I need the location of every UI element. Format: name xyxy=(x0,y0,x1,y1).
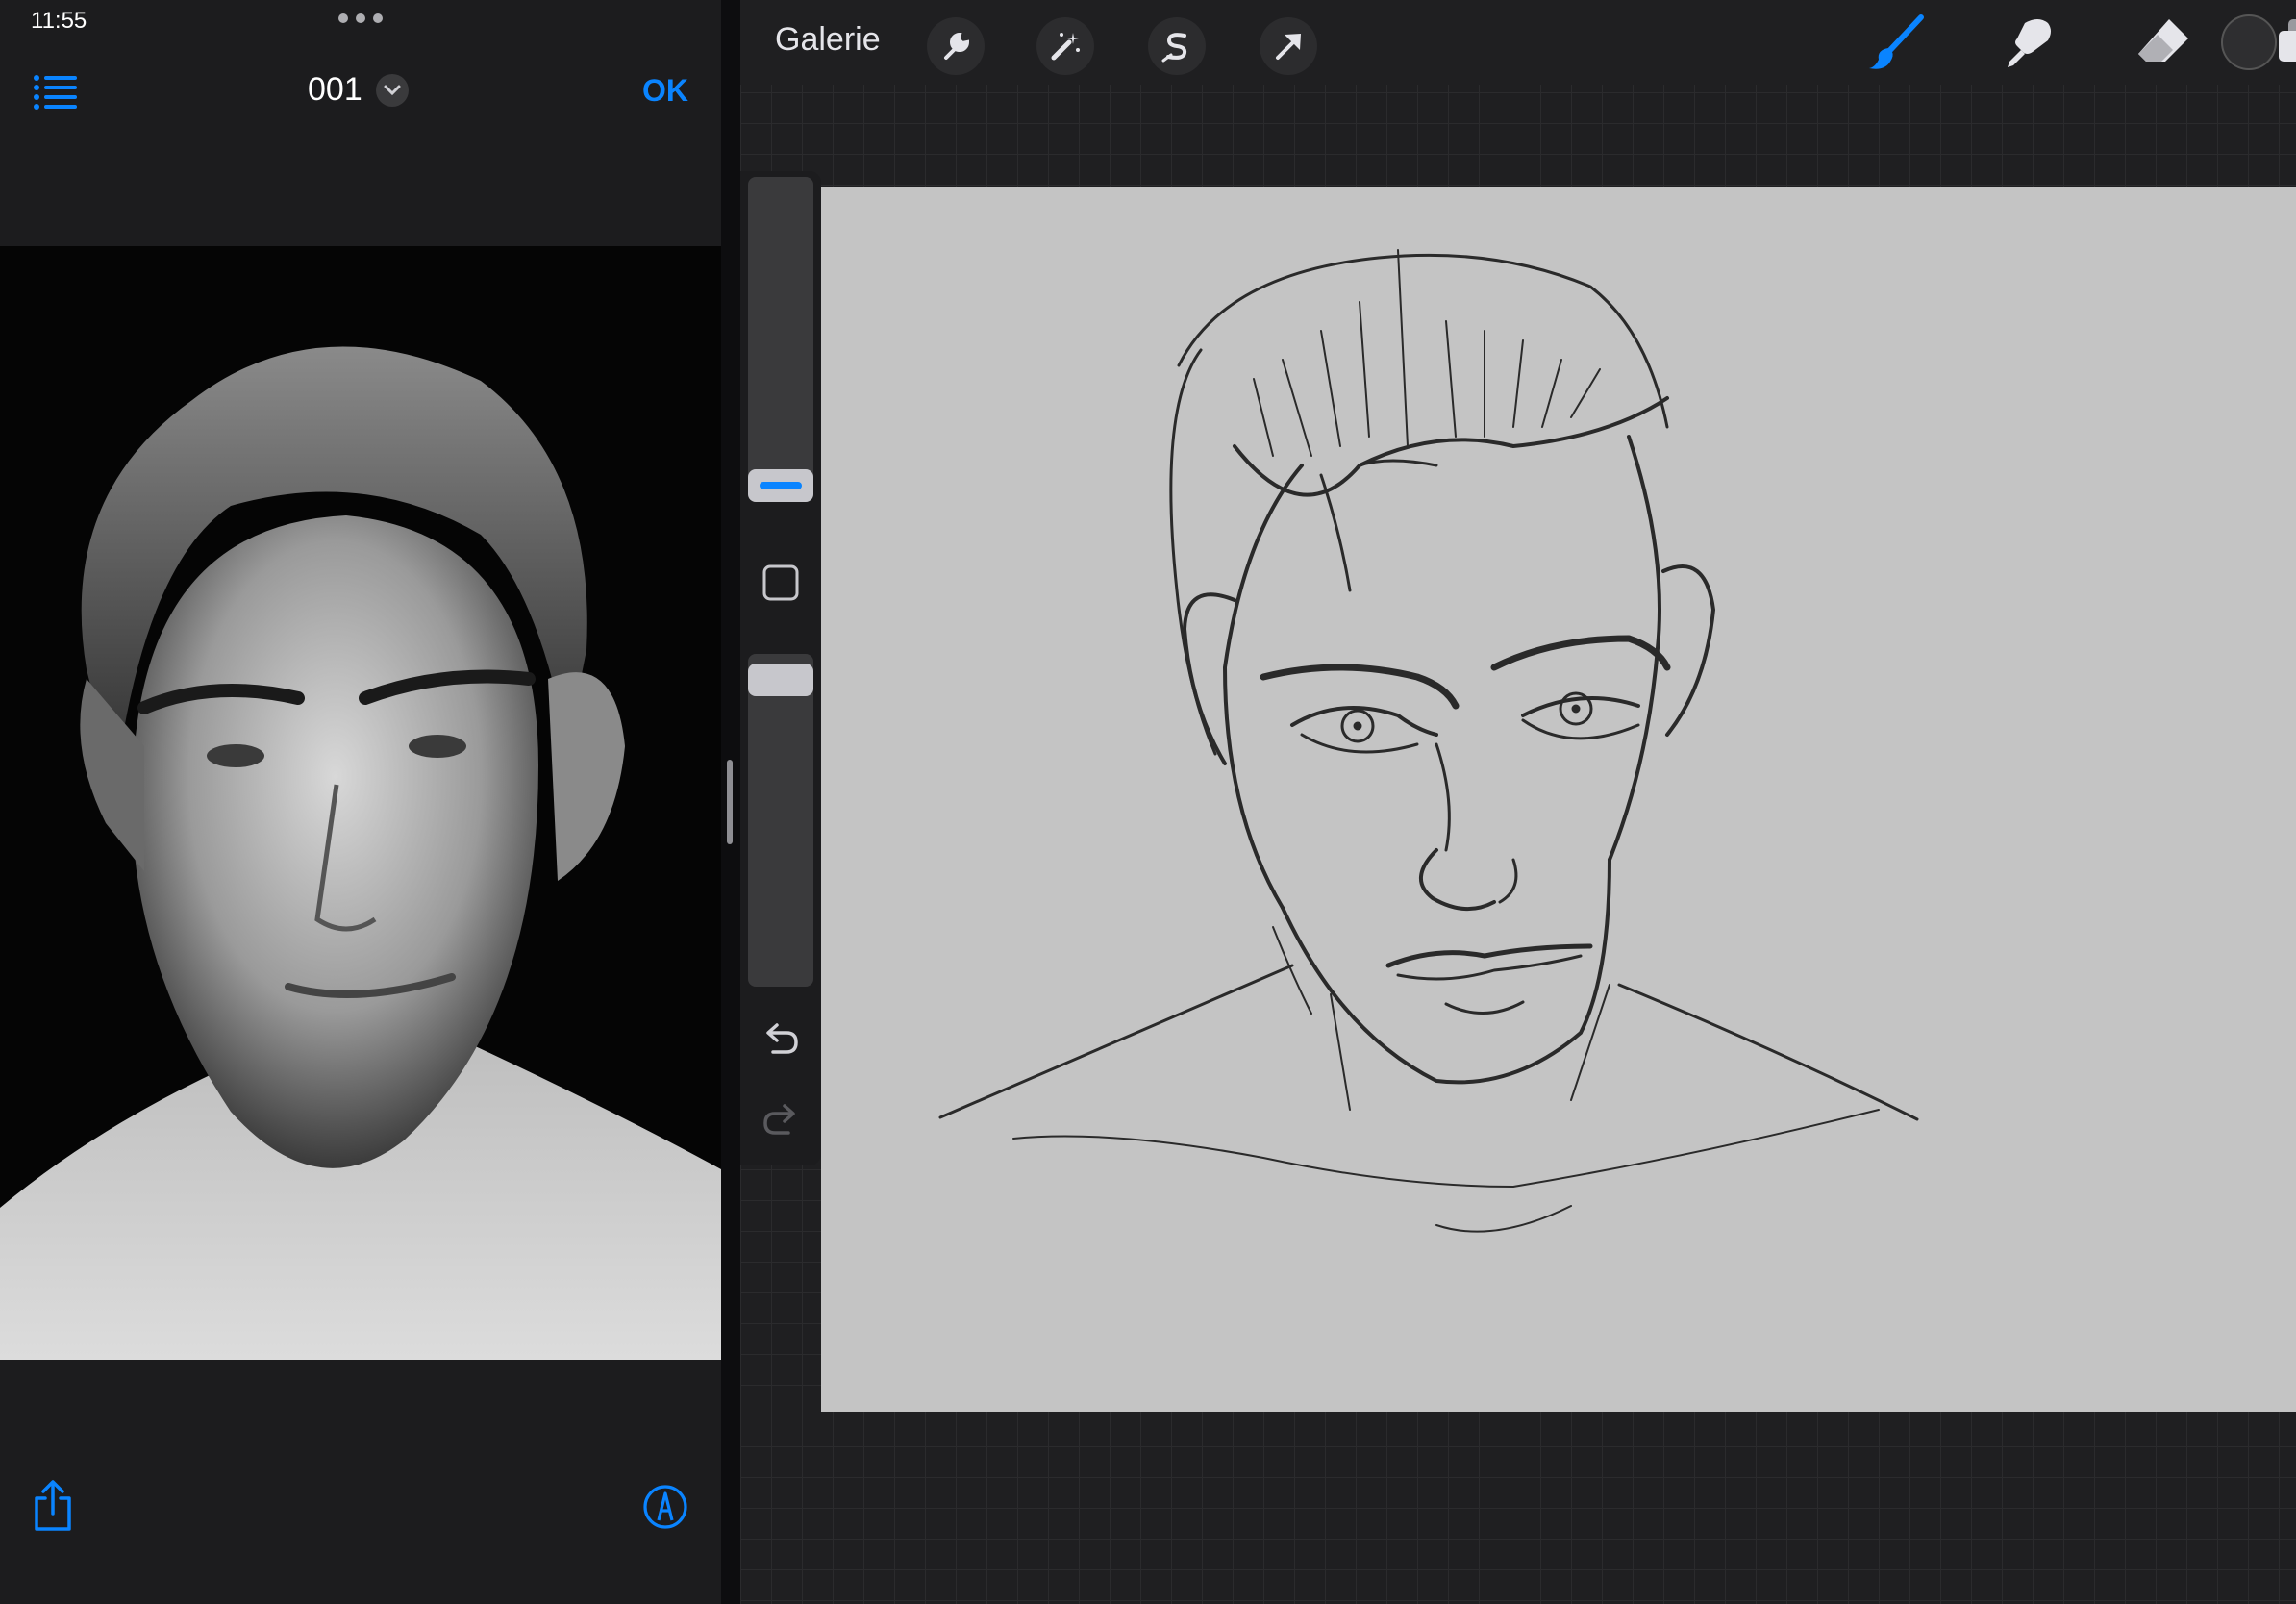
document-title-text: 001 xyxy=(308,71,362,108)
modify-square-icon[interactable] xyxy=(761,564,800,602)
status-time: 11:55 xyxy=(31,8,87,34)
wrench-icon[interactable] xyxy=(927,17,985,75)
magic-wand-icon[interactable] xyxy=(1036,17,1094,75)
brush-size-handle[interactable] xyxy=(748,469,813,502)
selection-s-icon[interactable] xyxy=(1148,17,1206,75)
opacity-slider[interactable] xyxy=(748,654,813,987)
brush-size-indicator xyxy=(760,482,802,489)
color-picker[interactable] xyxy=(2221,14,2277,70)
top-toolbar: Galerie xyxy=(740,0,2296,85)
arrow-transform-icon[interactable] xyxy=(1260,17,1317,75)
reference-photo xyxy=(0,246,721,1360)
undo-icon[interactable] xyxy=(760,1017,802,1060)
drawing-app: Galerie xyxy=(740,0,2296,1604)
chevron-down-icon[interactable] xyxy=(375,73,409,107)
redo-icon[interactable] xyxy=(760,1098,802,1140)
split-view-handle[interactable] xyxy=(727,760,733,844)
document-title[interactable]: 001 xyxy=(308,71,409,109)
multitask-dots-icon[interactable] xyxy=(338,13,383,25)
share-icon[interactable] xyxy=(31,1479,75,1533)
done-button[interactable]: OK xyxy=(642,73,688,109)
gallery-button[interactable]: Galerie xyxy=(775,21,881,59)
opacity-handle[interactable] xyxy=(748,664,813,696)
smudge-icon[interactable] xyxy=(1996,13,2061,71)
reference-panel: 11:55 001 OK xyxy=(0,0,721,1604)
list-icon[interactable] xyxy=(33,73,79,112)
drawing-canvas[interactable] xyxy=(821,187,2296,1412)
brush-size-slider[interactable] xyxy=(748,177,813,498)
side-toolbar xyxy=(740,171,821,1165)
brush-icon[interactable] xyxy=(1863,13,1929,71)
eraser-icon[interactable] xyxy=(2131,13,2196,71)
markup-icon[interactable] xyxy=(642,1484,688,1530)
